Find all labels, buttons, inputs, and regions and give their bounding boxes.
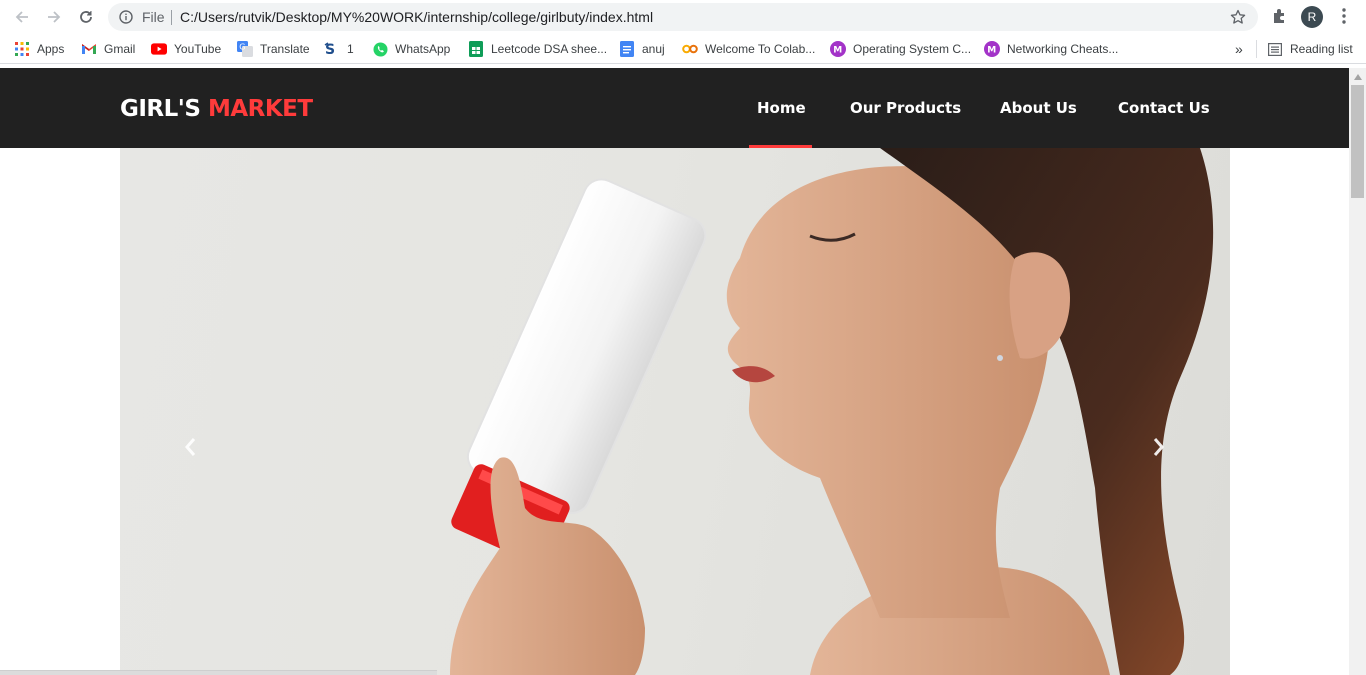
- site-header: GIRL'S MARKET Home Our Products About Us…: [0, 68, 1349, 148]
- info-icon[interactable]: [119, 10, 133, 24]
- bookmark-label: Apps: [37, 42, 65, 56]
- apps-grid-icon: [14, 41, 30, 57]
- bookmark-youtube[interactable]: YouTube: [151, 41, 221, 57]
- logo-accent-text: MARKET: [207, 96, 313, 122]
- bookmark-label: Leetcode DSA shee...: [491, 42, 608, 56]
- translate-icon: G: [237, 41, 253, 57]
- extensions-puzzle-icon[interactable]: [1271, 7, 1289, 25]
- bookmark-networking[interactable]: M Networking Cheats...: [984, 41, 1118, 57]
- profile-initial: R: [1307, 10, 1317, 24]
- reading-list-icon: [1267, 41, 1283, 57]
- bookmark-s-one[interactable]: S 1: [324, 41, 354, 57]
- reading-list-label: Reading list: [1290, 42, 1353, 56]
- nav-about-us[interactable]: About Us: [1000, 99, 1077, 117]
- svg-text:G: G: [239, 43, 245, 52]
- bookmark-apps[interactable]: Apps: [14, 41, 64, 57]
- horizontal-scrollbar[interactable]: [0, 670, 437, 675]
- bookmark-label: Gmail: [104, 42, 136, 56]
- browser-toolbar: File C:/Users/rutvik/Desktop/MY%20WORK/i…: [0, 0, 1366, 34]
- hero-image: [450, 148, 1214, 675]
- reload-icon: [80, 11, 92, 23]
- chevron-right-icon: [1153, 438, 1164, 456]
- back-button[interactable]: [11, 6, 33, 28]
- reading-list-button[interactable]: Reading list: [1267, 41, 1353, 57]
- star-bookmark-icon[interactable]: [1230, 9, 1246, 25]
- bookmark-label: Operating System C...: [853, 42, 972, 56]
- bookmark-label: Translate: [260, 42, 310, 56]
- site-logo[interactable]: GIRL'S MARKET: [120, 96, 313, 122]
- double-chevron-icon: »: [1235, 41, 1243, 57]
- file-scheme-label: File: [142, 9, 165, 25]
- bookmark-translate[interactable]: G Translate: [237, 41, 310, 57]
- bookmark-leetcode-sheet[interactable]: Leetcode DSA shee...: [468, 41, 607, 57]
- arrow-right-icon: [48, 11, 61, 23]
- scroll-thumb[interactable]: [1351, 85, 1364, 198]
- bookmark-gmail[interactable]: Gmail: [81, 41, 135, 57]
- s-logo-icon: S: [324, 41, 340, 57]
- arrow-left-icon: [15, 11, 28, 23]
- bookmarks-bar: Apps Gmail YouTube G Translate S 1 Whats…: [0, 34, 1366, 64]
- chevron-left-icon: [185, 438, 196, 456]
- bookmark-label: Welcome To Colab...: [705, 42, 816, 56]
- bookmark-whatsapp[interactable]: WhatsApp: [372, 41, 450, 57]
- forward-button[interactable]: [43, 6, 65, 28]
- nav-our-products[interactable]: Our Products: [850, 99, 961, 117]
- bookmarks-divider: [1256, 40, 1257, 58]
- nav-contact-us[interactable]: Contact Us: [1118, 99, 1210, 117]
- svg-text:M: M: [987, 46, 996, 56]
- bookmark-label: Networking Cheats...: [1007, 42, 1119, 56]
- bookmark-label: WhatsApp: [395, 42, 451, 56]
- address-bar[interactable]: File C:/Users/rutvik/Desktop/MY%20WORK/i…: [108, 3, 1258, 31]
- bookmark-anuj[interactable]: anuj: [619, 41, 665, 57]
- sheets-icon: [468, 41, 484, 57]
- hero-carousel: [120, 148, 1230, 675]
- bookmark-colab[interactable]: Welcome To Colab...: [682, 41, 815, 57]
- bookmark-operating-system[interactable]: M Operating System C...: [830, 41, 971, 57]
- carousel-prev-button[interactable]: [178, 432, 202, 462]
- colab-icon: [682, 41, 698, 57]
- profile-avatar[interactable]: R: [1301, 6, 1323, 28]
- m-circle-icon: M: [830, 41, 846, 57]
- gmail-icon: [81, 41, 97, 57]
- bookmark-label: 1: [347, 42, 354, 56]
- url-text[interactable]: C:/Users/rutvik/Desktop/MY%20WORK/intern…: [180, 9, 653, 25]
- youtube-icon: [151, 41, 167, 57]
- bookmark-label: YouTube: [174, 42, 222, 56]
- kebab-menu-icon[interactable]: [1337, 7, 1351, 25]
- m-circle-icon: M: [984, 41, 1000, 57]
- whatsapp-icon: [372, 41, 388, 57]
- bookmarks-overflow-button[interactable]: »: [1235, 41, 1243, 57]
- carousel-next-button[interactable]: [1147, 432, 1171, 462]
- scroll-up-button[interactable]: [1349, 68, 1366, 85]
- vertical-scrollbar[interactable]: [1349, 68, 1366, 675]
- triangle-up-icon: [1353, 73, 1362, 80]
- web-page: GIRL'S MARKET Home Our Products About Us…: [0, 68, 1349, 675]
- logo-main-text: GIRL'S: [120, 96, 201, 122]
- docs-icon: [619, 41, 635, 57]
- omnibox-divider: [171, 10, 172, 25]
- svg-text:M: M: [833, 46, 842, 56]
- nav-home[interactable]: Home: [757, 99, 806, 117]
- reload-button[interactable]: [75, 6, 97, 28]
- bookmark-label: anuj: [642, 42, 665, 56]
